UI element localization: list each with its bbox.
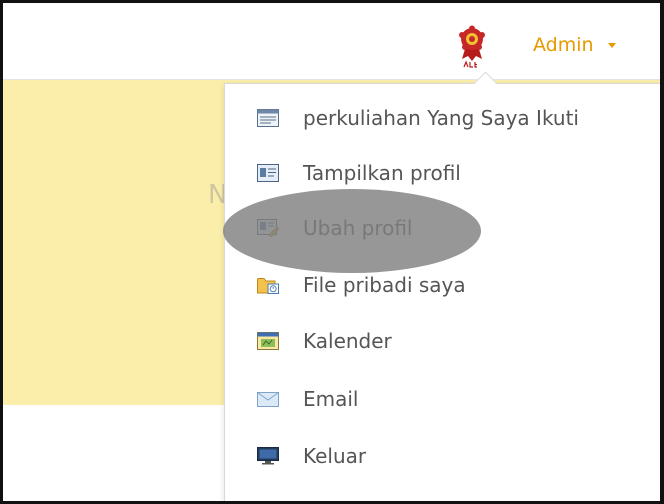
calendar-icon xyxy=(257,332,279,350)
menu-item-label: Email xyxy=(303,387,359,411)
folder-icon xyxy=(257,278,279,294)
logout-monitor-icon xyxy=(257,447,279,465)
menu-item-private-files[interactable]: File pribadi saya xyxy=(225,261,660,309)
menu-item-label: Tampilkan profil xyxy=(303,161,461,185)
menu-item-calendar[interactable]: Kalender xyxy=(225,317,660,365)
menu-item-label: Keluar xyxy=(303,444,367,468)
menu-item-label: perkuliahan Yang Saya Ikuti xyxy=(303,106,579,130)
menu-item-label: File pribadi saya xyxy=(303,273,466,297)
menu-item-edit-profile[interactable]: Ubah profil xyxy=(225,204,660,252)
menu-item-label: Ubah profil xyxy=(303,216,413,240)
menu-item-label: Kalender xyxy=(303,329,392,353)
menu-item-my-courses[interactable]: perkuliahan Yang Saya Ikuti xyxy=(225,94,660,142)
menu-item-view-profile[interactable]: Tampilkan profil xyxy=(225,149,660,197)
id-card-icon xyxy=(257,164,279,182)
caret-down-icon xyxy=(607,42,616,48)
screenshot-frame: Admin N perkuliahan Yang Saya Ikuti Tamp… xyxy=(0,0,664,504)
user-dropdown-menu: perkuliahan Yang Saya Ikuti Tampilkan pr… xyxy=(224,71,660,501)
top-navbar: Admin xyxy=(3,3,660,80)
user-name: Admin xyxy=(533,34,594,56)
menu-item-email[interactable]: Email xyxy=(225,375,660,423)
menu-item-logout[interactable]: Keluar xyxy=(225,432,660,480)
university-crest-icon[interactable] xyxy=(458,25,486,69)
user-menu-toggle[interactable]: Admin xyxy=(533,32,616,58)
course-list-icon xyxy=(257,109,279,127)
envelope-icon xyxy=(257,392,279,407)
edit-profile-icon xyxy=(257,219,279,237)
